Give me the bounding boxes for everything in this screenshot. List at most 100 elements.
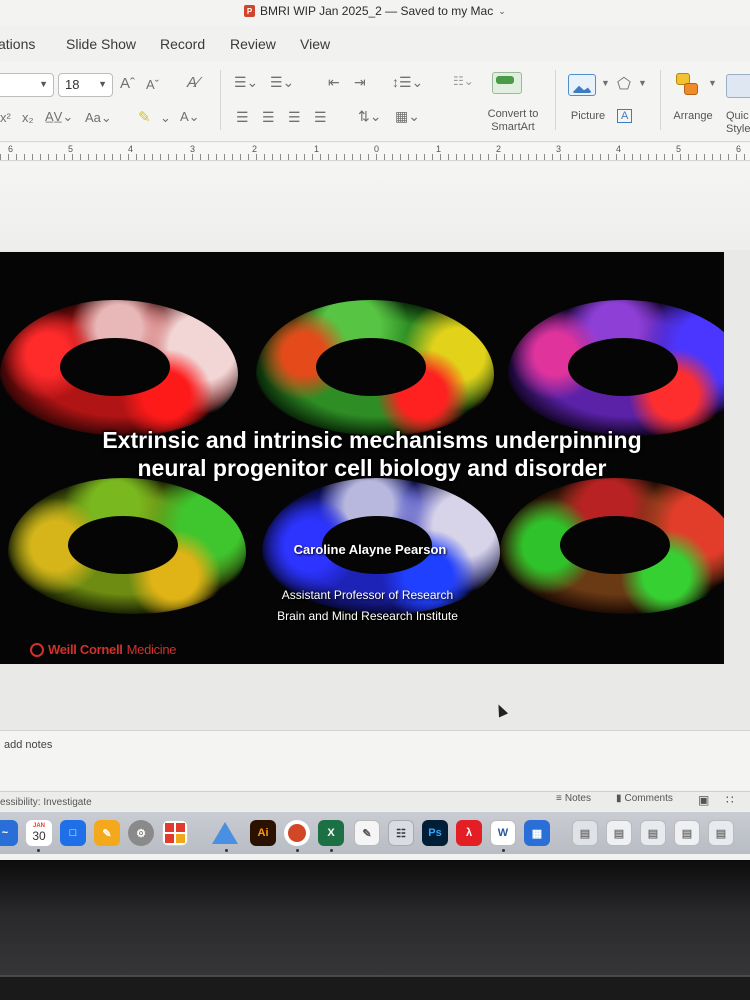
ruler-number: 5 — [68, 144, 74, 154]
document-thumbnail-icon[interactable]: ▤ — [640, 820, 666, 846]
character-spacing-icon[interactable]: A̲V̲⌄ — [45, 109, 73, 125]
title-bar: P BMRI WIP Jan 2025_2 — Saved to my Mac … — [0, 0, 750, 26]
activity-monitor-icon[interactable]: ~ — [0, 820, 18, 846]
tab-record[interactable]: Record — [160, 36, 205, 52]
tab-slide-show[interactable]: Slide Show — [66, 36, 136, 52]
slide-institute[interactable]: Brain and Mind Research Institute — [230, 609, 505, 623]
chevron-down-icon[interactable]: ▼ — [638, 78, 647, 88]
quick-styles-label-2: Style — [726, 123, 750, 135]
shapes-icon[interactable]: ⬠ — [617, 74, 631, 94]
text-box-icon[interactable]: A — [617, 109, 633, 123]
ruler-number: 0 — [374, 144, 380, 154]
tissue-section-image — [500, 478, 724, 614]
horizontal-ruler[interactable]: 6 5 4 3 2 1 0 1 2 3 4 5 6 — [0, 143, 750, 161]
font-color-icon[interactable]: A⌄ — [180, 109, 200, 125]
illustrator-icon[interactable]: Ai — [250, 820, 276, 846]
calendar-day: 30 — [32, 829, 46, 843]
document-thumbnail-icon[interactable]: ▤ — [674, 820, 700, 846]
convert-to-smartart-button[interactable]: Convert to SmartArt — [482, 108, 544, 134]
change-case-icon[interactable]: Aa⌄ — [85, 110, 112, 126]
arrange-button[interactable]: Arrange — [668, 110, 718, 123]
highlight-icon[interactable]: ✎ — [138, 108, 151, 126]
chevron-down-icon[interactable]: ⌄ — [498, 6, 506, 17]
preview-icon[interactable]: ☷ — [388, 820, 414, 846]
quick-styles-label-1: Quic — [726, 110, 749, 122]
align-right-icon[interactable]: ☰ — [288, 109, 301, 126]
chevron-down-icon[interactable]: ⌄ — [160, 110, 171, 126]
office-app-icon[interactable] — [162, 820, 188, 846]
numbering-icon[interactable]: ☰⌄ — [270, 74, 294, 91]
accessibility-status[interactable]: essibility: Investigate — [0, 797, 92, 808]
align-center-icon[interactable]: ☰ — [262, 109, 275, 126]
picture-button[interactable]: Picture — [566, 110, 610, 123]
columns-icon[interactable]: ☷⌄ — [453, 74, 474, 88]
slide-author-role[interactable]: Assistant Professor of Research — [230, 588, 505, 602]
chevron-down-icon[interactable]: ▼ — [601, 78, 610, 88]
excel-icon[interactable]: X — [318, 820, 344, 846]
increase-font-size-icon[interactable]: Aˆ — [120, 75, 135, 92]
logo-text-medicine: Medicine — [126, 642, 177, 657]
ruler-number: 3 — [556, 144, 562, 154]
powerpoint-file-icon: P — [244, 5, 255, 17]
comments-button[interactable]: ▮ Comments — [616, 793, 673, 804]
tab-view[interactable]: View — [300, 36, 330, 52]
running-indicator — [296, 849, 299, 852]
justify-icon[interactable]: ☰ — [314, 109, 327, 126]
align-text-icon[interactable]: ▦⌄ — [395, 108, 420, 125]
increase-indent-icon[interactable]: ⇥ — [354, 74, 366, 91]
normal-view-icon[interactable]: ▣ — [698, 793, 709, 807]
slide-sorter-icon[interactable]: ∷ — [726, 793, 734, 807]
chevron-down-icon[interactable]: ▼ — [708, 78, 717, 88]
slide-title[interactable]: Extrinsic and intrinsic mechanisms under… — [20, 426, 724, 482]
document-title[interactable]: P BMRI WIP Jan 2025_2 — Saved to my Mac … — [244, 4, 506, 18]
ribbon: ▼ 18 ▼ Aˆ Aˇ A⁄ x² x₂ A̲V̲⌄ Aa⌄ ✎ ⌄ A⌄ ☰… — [0, 62, 750, 142]
canvas-background — [0, 162, 750, 250]
decrease-indent-icon[interactable]: ⇤ — [328, 74, 340, 91]
slide-author[interactable]: Caroline Alayne Pearson — [250, 542, 490, 557]
font-name-select[interactable]: ▼ — [0, 73, 54, 97]
acrobat-icon[interactable]: λ — [456, 820, 482, 846]
ruler-number: 5 — [676, 144, 682, 154]
align-left-icon[interactable]: ☰ — [236, 109, 249, 126]
copilot-icon[interactable] — [212, 820, 238, 846]
document-thumbnail-icon[interactable]: ▤ — [708, 820, 734, 846]
font-size-select[interactable]: 18 ▼ — [58, 73, 113, 97]
subscript-icon[interactable]: x₂ — [22, 110, 34, 125]
pages-icon[interactable]: ✎ — [94, 820, 120, 846]
bullets-icon[interactable]: ☰⌄ — [234, 74, 258, 91]
slide[interactable]: Extrinsic and intrinsic mechanisms under… — [0, 252, 724, 664]
calendar-icon[interactable]: JAN 30 — [26, 820, 52, 846]
app-grid-icon[interactable]: ▦ — [524, 820, 550, 846]
running-indicator — [37, 849, 40, 852]
comments-button-label: Comments — [624, 793, 673, 804]
document-thumbnail-icon[interactable]: ▤ — [572, 820, 598, 846]
notes-button[interactable]: ≡ Notes — [556, 793, 591, 804]
clear-formatting-icon[interactable]: A⁄ — [187, 74, 200, 91]
tissue-section-image — [8, 478, 246, 614]
quick-styles-button[interactable]: Quic Style — [726, 110, 750, 136]
chevron-down-icon: ▼ — [39, 79, 48, 89]
textedit-icon[interactable]: ✎ — [354, 820, 380, 846]
notes-placeholder[interactable]: add notes — [4, 739, 52, 751]
running-indicator — [225, 849, 228, 852]
dock: ~ JAN 30 □ ✎ ⚙ Ai X ✎ ☷ Ps λ W ▦ ▤ ▤ ▤ ▤ — [0, 812, 750, 854]
system-settings-icon[interactable]: ⚙ — [128, 820, 154, 846]
keynote-icon[interactable]: □ — [60, 820, 86, 846]
smartart-arrow-icon — [496, 76, 514, 84]
photoshop-icon[interactable]: Ps — [422, 820, 448, 846]
tab-animations[interactable]: ations — [0, 36, 35, 52]
chevron-down-icon: ▼ — [98, 79, 107, 89]
notes-pane[interactable]: add notes — [0, 730, 750, 790]
line-spacing-icon[interactable]: ↕☰⌄ — [392, 74, 423, 91]
decrease-font-size-icon[interactable]: Aˇ — [146, 77, 159, 92]
word-icon[interactable]: W — [490, 820, 516, 846]
notes-icon: ≡ — [556, 793, 562, 804]
text-direction-icon[interactable]: ⇅⌄ — [358, 108, 381, 125]
quick-styles-icon[interactable] — [726, 74, 750, 98]
tab-review[interactable]: Review — [230, 36, 276, 52]
powerpoint-circle-icon — [288, 824, 306, 842]
superscript-icon[interactable]: x² — [0, 110, 11, 125]
powerpoint-icon[interactable] — [284, 820, 310, 846]
triangle-icon — [212, 822, 238, 844]
document-thumbnail-icon[interactable]: ▤ — [606, 820, 632, 846]
